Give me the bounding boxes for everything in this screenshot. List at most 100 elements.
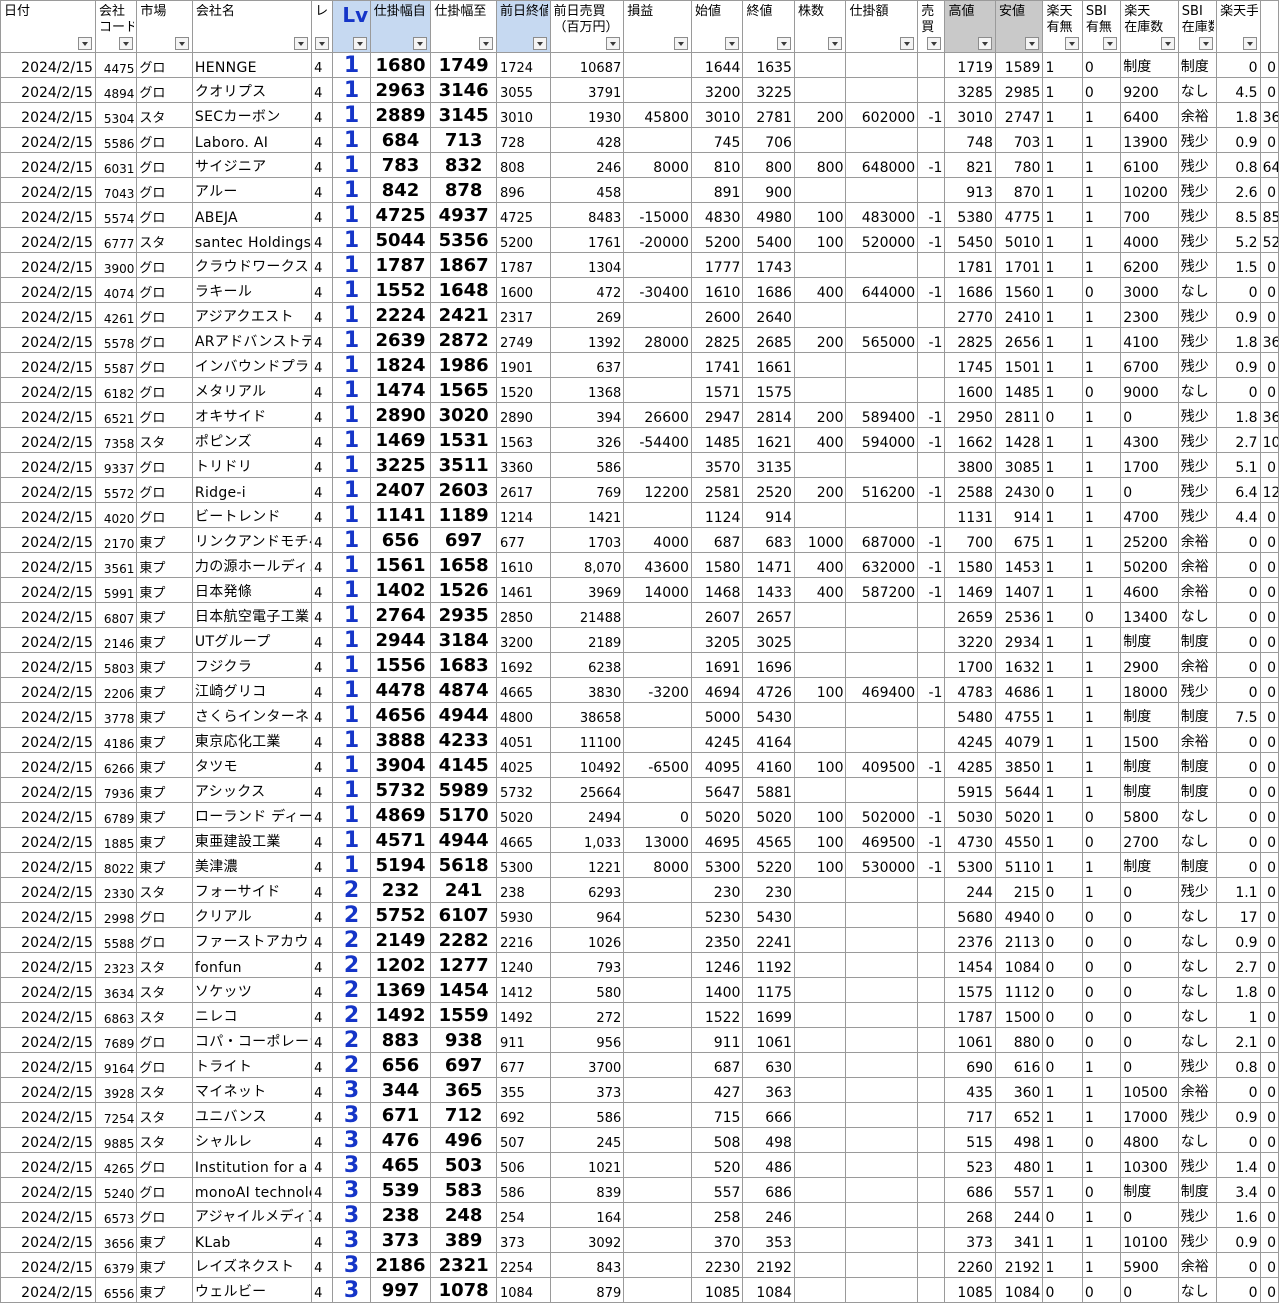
- cell-code[interactable]: 9164: [94, 1052, 138, 1078]
- table-row[interactable]: 2024/2/155240グロmonoAI technology43539583…: [0, 1177, 1279, 1203]
- cell-lv[interactable]: 1: [332, 502, 371, 528]
- cell-date[interactable]: 2024/2/15: [0, 252, 96, 278]
- cell-company-name[interactable]: クラウドワークス: [191, 252, 313, 278]
- cell-prev-volume[interactable]: 10492: [549, 752, 625, 778]
- cell-level-flag[interactable]: 4: [311, 802, 334, 828]
- cell-side[interactable]: -1: [917, 802, 946, 828]
- cell-shares[interactable]: [793, 302, 847, 328]
- cell-code[interactable]: 6182: [94, 377, 138, 403]
- cell-pnl[interactable]: [623, 1127, 692, 1153]
- cell-code[interactable]: 1885: [94, 827, 138, 853]
- cell-rakuten-stock[interactable]: 4300: [1120, 427, 1179, 453]
- table-row[interactable]: 2024/2/15 9337 グロ トリドリ 4 1 3225 3511 3360 586 3570…: [0, 452, 1279, 478]
- cell-prev-volume[interactable]: 769: [549, 477, 625, 503]
- cell-market[interactable]: スタ: [136, 1077, 193, 1103]
- cell-level-flag[interactable]: 4: [311, 102, 334, 128]
- cell-level-flag[interactable]: 4: [311, 752, 334, 778]
- cell-lv[interactable]: 3: [332, 1077, 371, 1103]
- cell-close[interactable]: 1743: [742, 252, 795, 278]
- cell-company-name[interactable]: ユニバンス: [191, 1102, 313, 1128]
- table-row[interactable]: 2024/2/15 5803 東プ フジクラ 4 1 1556 1683 1692 6238 169…: [0, 652, 1279, 678]
- filter-dropdown-icon[interactable]: [77, 37, 92, 50]
- cell-open[interactable]: 5647: [690, 777, 744, 803]
- cell-code[interactable]: 8022: [94, 852, 138, 878]
- cell-sbi-stock[interactable]: なし: [1177, 377, 1218, 403]
- cell-open[interactable]: 745: [690, 127, 744, 153]
- cell-sbi-stock[interactable]: 制度: [1177, 627, 1218, 653]
- cell-date[interactable]: 2024/2/15: [0, 1052, 96, 1078]
- cell-open[interactable]: 508: [690, 1127, 744, 1153]
- cell-high[interactable]: 1787: [944, 1002, 996, 1028]
- cell-lv[interactable]: 2: [332, 1027, 371, 1053]
- cell-sbi-flag[interactable]: 0: [1081, 1027, 1122, 1053]
- cell-position-amount[interactable]: 516200: [845, 477, 919, 503]
- cell-lv[interactable]: 2: [332, 877, 371, 903]
- cell-open[interactable]: 1610: [690, 277, 744, 303]
- cell-rakuten-flag[interactable]: 1: [1042, 52, 1083, 78]
- cell-code[interactable]: 5574: [94, 202, 138, 228]
- cell-rakuten-fee[interactable]: 5.2: [1216, 227, 1261, 253]
- cell-level-flag[interactable]: 4: [311, 677, 334, 703]
- cell-prev-volume[interactable]: 843: [549, 1252, 625, 1278]
- cell-level-flag[interactable]: 4: [311, 352, 334, 378]
- cell-shares[interactable]: 100: [793, 677, 847, 703]
- table-row[interactable]: 2024/2/15 6863 スタ ニレコ 4 2 1492 1559 1492 272 1522 1…: [0, 1002, 1279, 1028]
- cell-sbi-flag[interactable]: 1: [1081, 1152, 1122, 1178]
- cell-side[interactable]: -1: [917, 677, 946, 703]
- cell-extra[interactable]: 0: [1259, 527, 1279, 553]
- cell-extra[interactable]: 360: [1259, 402, 1279, 428]
- cell-side[interactable]: [917, 1177, 946, 1203]
- cell-range-from[interactable]: 344: [369, 1077, 432, 1103]
- cell-range-to[interactable]: 1565: [430, 377, 497, 403]
- cell-low[interactable]: 360: [994, 1077, 1044, 1103]
- cell-extra[interactable]: 0: [1259, 552, 1279, 578]
- cell-prev-volume[interactable]: 6238: [549, 652, 625, 678]
- cell-code[interactable]: 3900: [94, 252, 138, 278]
- cell-position-amount[interactable]: [845, 927, 919, 953]
- cell-date[interactable]: 2024/2/15: [0, 1177, 96, 1203]
- cell-open[interactable]: 5300: [690, 852, 744, 878]
- cell-code[interactable]: 6379: [94, 1252, 138, 1278]
- cell-close[interactable]: 1621: [742, 427, 795, 453]
- cell-position-amount[interactable]: [845, 1252, 919, 1278]
- cell-rakuten-stock[interactable]: 6100: [1120, 152, 1179, 178]
- table-row[interactable]: 2024/2/15 3656 東プ KLab 4 3 373 389 373 3092 370 353…: [0, 1227, 1279, 1253]
- cell-prev-volume[interactable]: 458: [549, 177, 625, 203]
- cell-pnl[interactable]: 26600: [623, 402, 692, 428]
- cell-open[interactable]: 2230: [690, 1252, 744, 1278]
- cell-close[interactable]: 1661: [742, 352, 795, 378]
- cell-pnl[interactable]: [623, 952, 692, 978]
- table-row[interactable]: 2024/2/15 2206 東プ 江崎グリコ 4 1 4478 4874 4665 3830 -3…: [0, 677, 1279, 703]
- cell-position-amount[interactable]: [845, 1152, 919, 1178]
- cell-company-name[interactable]: アシックス: [191, 777, 313, 803]
- cell-rakuten-fee[interactable]: 0.9: [1216, 127, 1261, 153]
- cell-shares[interactable]: [793, 602, 847, 628]
- cell-position-amount[interactable]: 469500: [845, 827, 919, 853]
- cell-high[interactable]: 268: [944, 1202, 996, 1228]
- cell-lv[interactable]: 3: [332, 1102, 371, 1128]
- cell-extra[interactable]: 0: [1259, 1277, 1279, 1303]
- cell-range-from[interactable]: 3225: [369, 452, 432, 478]
- cell-range-from[interactable]: 2224: [369, 302, 432, 328]
- cell-code[interactable]: 6777: [94, 227, 138, 253]
- cell-range-to[interactable]: 1526: [430, 577, 497, 603]
- cell-pnl[interactable]: [623, 652, 692, 678]
- cell-date[interactable]: 2024/2/15: [0, 677, 96, 703]
- cell-lv[interactable]: 1: [332, 402, 371, 428]
- cell-range-from[interactable]: 1202: [369, 952, 432, 978]
- cell-level-flag[interactable]: 4: [311, 52, 334, 78]
- cell-rakuten-stock[interactable]: 制度: [1120, 752, 1179, 778]
- cell-high[interactable]: 523: [944, 1152, 996, 1178]
- cell-level-flag[interactable]: 4: [311, 1027, 334, 1053]
- cell-sbi-flag[interactable]: 0: [1081, 77, 1122, 103]
- cell-prev-close[interactable]: 1724: [495, 52, 551, 78]
- cell-prev-close[interactable]: 3200: [495, 627, 551, 653]
- cell-prev-volume[interactable]: 956: [549, 1027, 625, 1053]
- cell-side[interactable]: [917, 602, 946, 628]
- cell-date[interactable]: 2024/2/15: [0, 977, 96, 1003]
- cell-range-from[interactable]: 4571: [369, 827, 432, 853]
- cell-open[interactable]: 687: [690, 1052, 744, 1078]
- cell-code[interactable]: 5586: [94, 127, 138, 153]
- cell-rakuten-flag[interactable]: 1: [1042, 652, 1083, 678]
- cell-shares[interactable]: [793, 1177, 847, 1203]
